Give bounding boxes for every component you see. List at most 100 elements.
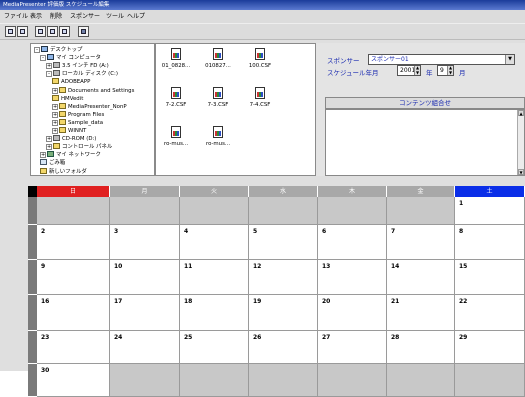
- scrollbar[interactable]: ▲ ▼: [517, 110, 524, 175]
- expand-icon[interactable]: +: [46, 136, 52, 143]
- calendar-day-cell[interactable]: 21: [387, 295, 455, 331]
- tree-node[interactable]: + マイ ネットワーク: [40, 151, 101, 159]
- calendar-day-cell[interactable]: 1: [455, 197, 525, 225]
- calendar-day-cell[interactable]: 15: [455, 260, 525, 295]
- tree-node[interactable]: - ローカル ディスク (C:): [46, 70, 118, 78]
- calendar-empty-cell[interactable]: [318, 197, 387, 225]
- menu-delete[interactable]: 削除: [50, 12, 62, 22]
- calendar-empty-cell[interactable]: [110, 197, 180, 225]
- file-item[interactable]: 010827...: [199, 48, 237, 78]
- calendar-empty-cell[interactable]: [318, 364, 387, 397]
- layout-icon-3[interactable]: [59, 26, 70, 37]
- calendar-day-cell[interactable]: 25: [180, 331, 249, 364]
- calendar-day-cell[interactable]: 8: [455, 225, 525, 260]
- week-row-header[interactable]: [28, 364, 37, 397]
- chevron-down-icon[interactable]: ▼: [505, 55, 514, 64]
- calendar-empty-cell[interactable]: [37, 197, 110, 225]
- calendar-day-cell[interactable]: 19: [249, 295, 318, 331]
- collapse-icon[interactable]: -: [40, 55, 46, 62]
- tree-node[interactable]: - マイ コンピュータ: [40, 54, 101, 62]
- calendar-empty-cell[interactable]: [455, 364, 525, 397]
- week-row-header[interactable]: [28, 225, 37, 260]
- new-icon[interactable]: [5, 26, 16, 37]
- calendar-day-cell[interactable]: 18: [180, 295, 249, 331]
- expand-icon[interactable]: +: [46, 63, 52, 70]
- preview-icon[interactable]: [78, 26, 89, 37]
- calendar-day-cell[interactable]: 27: [318, 331, 387, 364]
- calendar-day-cell[interactable]: 23: [37, 331, 110, 364]
- file-item[interactable]: 01_0828...: [157, 48, 195, 78]
- file-item[interactable]: ro-mus...: [157, 126, 195, 156]
- calendar-day-cell[interactable]: 26: [249, 331, 318, 364]
- calendar-day-cell[interactable]: 4: [180, 225, 249, 260]
- tree-node[interactable]: + MediaPresenter_NonP: [52, 102, 127, 111]
- tree-node[interactable]: + Documents and Settings: [52, 86, 134, 95]
- calendar-empty-cell[interactable]: [249, 364, 318, 397]
- calendar-day-cell[interactable]: 29: [455, 331, 525, 364]
- tree-node[interactable]: HMVedit: [52, 94, 83, 103]
- sponsor-select[interactable]: スポンサー01 ▼: [368, 54, 515, 65]
- expand-icon[interactable]: +: [52, 103, 58, 110]
- spin-arrows-icon[interactable]: ▲ ▼: [447, 65, 453, 75]
- file-list[interactable]: 01_0828... 010827... 100.CSF 7-2.CSF 7-3.CSF…: [155, 43, 316, 176]
- calendar-day-cell[interactable]: 12: [249, 260, 318, 295]
- menu-tools[interactable]: ツール: [106, 12, 124, 22]
- tree-node[interactable]: + CD-ROM (D:): [46, 135, 96, 143]
- calendar-empty-cell[interactable]: [249, 197, 318, 225]
- expand-icon[interactable]: +: [40, 152, 46, 159]
- calendar-empty-cell[interactable]: [387, 197, 455, 225]
- calendar-day-cell[interactable]: 22: [455, 295, 525, 331]
- tree-node[interactable]: + Sample_data: [52, 118, 103, 127]
- calendar-day-cell[interactable]: 7: [387, 225, 455, 260]
- calendar-day-cell[interactable]: 13: [318, 260, 387, 295]
- file-item[interactable]: 7-3.CSF: [199, 87, 237, 117]
- calendar-empty-cell[interactable]: [387, 364, 455, 397]
- layout-icon-2[interactable]: [47, 26, 58, 37]
- calendar-day-cell[interactable]: 17: [110, 295, 180, 331]
- tree-node[interactable]: 新しいフォルダ: [40, 167, 87, 176]
- tree-node[interactable]: ごみ箱: [40, 159, 65, 167]
- tree-node[interactable]: + WINNT: [52, 127, 86, 135]
- file-item[interactable]: 100.CSF: [241, 48, 279, 78]
- tree-node[interactable]: + コントロール パネル: [46, 143, 112, 151]
- calendar-day-cell[interactable]: 10: [110, 260, 180, 295]
- expand-icon[interactable]: +: [46, 144, 52, 151]
- menu-sponsor[interactable]: スポンサー: [70, 12, 100, 22]
- calendar-day-cell[interactable]: 20: [318, 295, 387, 331]
- calendar-day-cell[interactable]: 16: [37, 295, 110, 331]
- calendar-day-cell[interactable]: 2: [37, 225, 110, 260]
- month-spinner[interactable]: 9 ▲ ▼: [437, 65, 454, 76]
- expand-icon[interactable]: +: [52, 119, 58, 126]
- scroll-down-icon[interactable]: ▼: [518, 169, 524, 175]
- calendar-day-cell[interactable]: 28: [387, 331, 455, 364]
- year-spinner[interactable]: 2001 ▲ ▼: [397, 65, 421, 76]
- calendar-empty-cell[interactable]: [180, 197, 249, 225]
- scroll-up-icon[interactable]: ▲: [518, 110, 524, 116]
- layout-icon-1[interactable]: [35, 26, 46, 37]
- expand-icon[interactable]: +: [52, 87, 58, 94]
- week-row-header[interactable]: [28, 295, 37, 331]
- calendar-day-cell[interactable]: 5: [249, 225, 318, 260]
- tree-node[interactable]: ADOBEAPP: [52, 78, 90, 86]
- calendar-day-cell[interactable]: 24: [110, 331, 180, 364]
- content-combination-list[interactable]: ▲ ▼: [325, 109, 525, 176]
- calendar-empty-cell[interactable]: [180, 364, 249, 397]
- menu-view[interactable]: 表示: [30, 12, 42, 22]
- calendar-day-cell[interactable]: 3: [110, 225, 180, 260]
- week-row-header[interactable]: [28, 260, 37, 295]
- calendar-day-cell[interactable]: 9: [37, 260, 110, 295]
- tree-node[interactable]: + Program Files: [52, 110, 104, 119]
- calendar-day-cell[interactable]: 14: [387, 260, 455, 295]
- week-row-header[interactable]: [28, 197, 37, 225]
- collapse-icon[interactable]: -: [46, 71, 52, 78]
- save-icon[interactable]: [17, 26, 28, 37]
- expand-icon[interactable]: +: [52, 111, 58, 118]
- folder-tree[interactable]: - デスクトップ - マイ コンピュータ +3.5 インチ FD (A:) - ローカル デ…: [30, 43, 155, 176]
- calendar-day-cell[interactable]: 30: [37, 364, 110, 397]
- menu-file[interactable]: ファイル: [4, 12, 28, 22]
- menu-help[interactable]: ヘルプ: [127, 12, 145, 22]
- calendar-day-cell[interactable]: 11: [180, 260, 249, 295]
- expand-icon[interactable]: +: [52, 128, 58, 134]
- spin-arrows-icon[interactable]: ▲ ▼: [414, 65, 420, 75]
- file-item[interactable]: 7-2.CSF: [157, 87, 195, 117]
